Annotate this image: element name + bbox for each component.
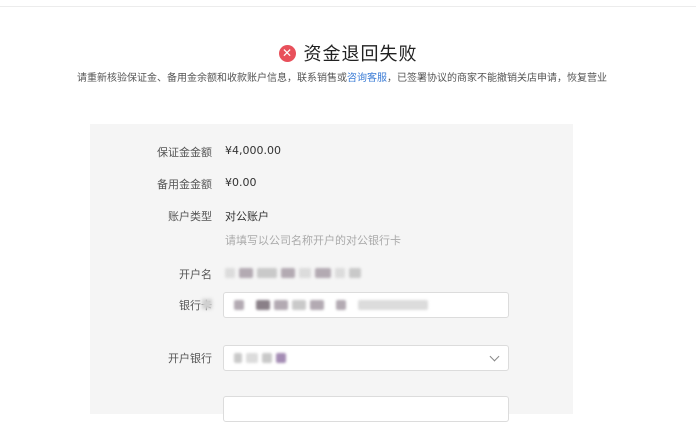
bank-select[interactable]: [223, 345, 509, 371]
result-header: ✕ 资金退回失败: [0, 40, 696, 66]
top-divider: [0, 6, 696, 7]
notice-text-before: 请重新核验保证金、备用金余额和收款账户信息，联系销售或: [77, 73, 347, 84]
deposit-label: 保证金金额: [157, 146, 212, 159]
consult-service-link[interactable]: 咨询客服: [347, 73, 387, 84]
fund-info-panel: 保证金金额 ¥4,000.00 备用金金额 ¥0.00 账户类型 对公账户 请填…: [90, 124, 573, 422]
bank-label: 开户银行: [168, 352, 212, 365]
bank-card-label: 银行卡: [179, 299, 212, 312]
notice-text: 请重新核验保证金、备用金余额和收款账户信息，联系销售或咨询客服，已签署协议的商家…: [72, 71, 612, 87]
page-title: 资金退回失败: [303, 44, 418, 65]
bank-card-input[interactable]: [223, 292, 509, 318]
close-circle-icon: ✕: [278, 44, 296, 62]
account-name-label: 开户名: [179, 268, 212, 281]
account-name-redacted: [225, 266, 365, 279]
account-type-value: 对公账户: [225, 210, 269, 223]
bank-card-label-redacted: [202, 299, 212, 309]
account-type-label: 账户类型: [168, 210, 212, 223]
deposit-value: ¥4,000.00: [225, 144, 281, 157]
reserve-value: ¥0.00: [225, 176, 257, 189]
reserve-label: 备用金金额: [157, 178, 212, 191]
notice-text-after: ，已签署协议的商家不能撤销关店申请，恢复营业: [387, 73, 607, 84]
chevron-down-icon: [489, 351, 500, 362]
account-type-hint: 请填写以公司名称开户的对公银行卡: [225, 234, 401, 247]
